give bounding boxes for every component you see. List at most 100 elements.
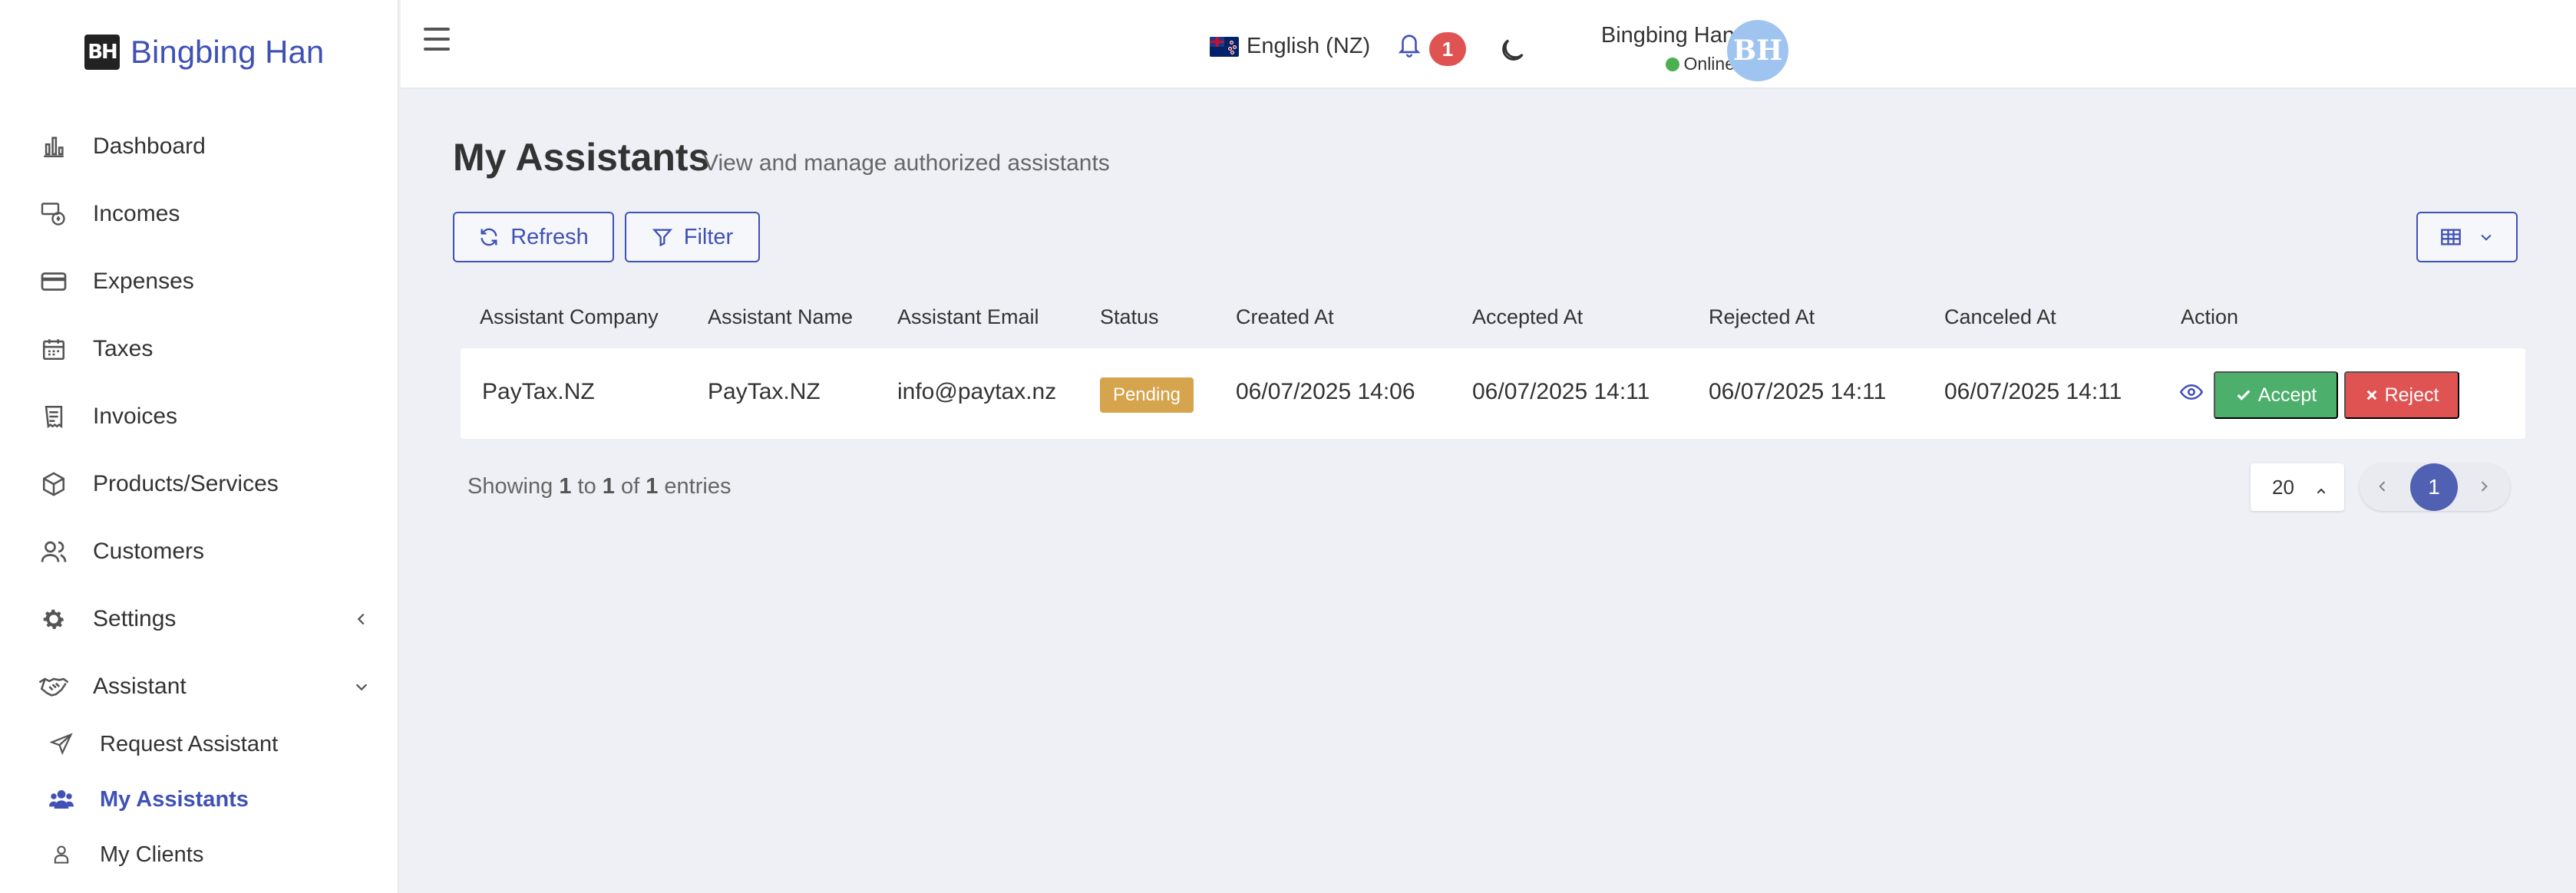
current-page-button[interactable]: 1	[2410, 463, 2458, 511]
refresh-icon	[481, 228, 497, 246]
per-page-value: 20	[2272, 475, 2294, 499]
reject-label: Reject	[2384, 384, 2439, 406]
sidebar-item-customers[interactable]: Customers	[0, 525, 399, 578]
handshake-icon	[38, 671, 69, 702]
column-header-status[interactable]: Status	[1100, 305, 1159, 329]
brand[interactable]: BH Bingbing Han	[84, 34, 324, 71]
sidebar-item-label: Incomes	[93, 201, 180, 226]
view-eye-icon[interactable]	[2179, 381, 2206, 407]
cell-name: PayTax.NZ	[708, 379, 821, 404]
table-header: Assistant Company Assistant Name Assista…	[453, 287, 2525, 348]
credit-card-icon	[38, 266, 69, 297]
cell-company: PayTax.NZ	[482, 379, 595, 404]
cell-rejected-at: 06/07/2025 14:11	[1709, 379, 1887, 404]
next-page-icon[interactable]	[2476, 479, 2493, 496]
accept-label: Accept	[2257, 384, 2317, 406]
chevron-up-icon	[2315, 479, 2327, 494]
brand-logo: BH	[84, 35, 120, 70]
sidebar-item-label: Taxes	[93, 336, 154, 361]
showing-from: 1	[559, 474, 572, 499]
sidebar-item-label: Settings	[93, 606, 177, 631]
sidebar-item-expenses[interactable]: Expenses	[0, 255, 399, 308]
bar-chart-icon	[38, 131, 69, 162]
sidebar-item-label: Products/Services	[93, 471, 279, 496]
gear-icon	[38, 604, 69, 634]
showing-prefix: Showing	[467, 474, 553, 499]
sidebar-subitem-label: My Assistants	[100, 786, 249, 812]
previous-page-icon[interactable]	[2375, 479, 2392, 496]
notification-bell-icon[interactable]	[1394, 28, 1425, 61]
calendar-icon	[38, 334, 69, 364]
sidebar-subitem-request-assistant[interactable]: Request Assistant	[0, 721, 399, 767]
cell-canceled-at: 06/07/2025 14:11	[1944, 379, 2122, 404]
column-header-created-at[interactable]: Created At	[1236, 305, 1334, 329]
sidebar-item-label: Assistant	[93, 674, 187, 699]
sidebar-subitem-my-assistants[interactable]: My Assistants	[0, 776, 399, 822]
showing-to-word: to	[577, 474, 596, 499]
column-header-email[interactable]: Assistant Email	[897, 305, 1039, 329]
sidebar-subitem-my-clients[interactable]: My Clients	[0, 832, 399, 878]
cell-accepted-at: 06/07/2025 14:11	[1472, 379, 1650, 404]
status-badge: Pending	[1100, 377, 1194, 413]
page-subtitle: View and manage authorized assistants	[703, 150, 1110, 176]
column-header-name[interactable]: Assistant Name	[708, 305, 853, 329]
avatar[interactable]: BH	[1727, 20, 1788, 81]
column-header-company[interactable]: Assistant Company	[480, 305, 659, 329]
showing-to: 1	[602, 474, 615, 499]
sidebar-item-assistant[interactable]: Assistant	[0, 660, 399, 713]
column-header-accepted-at[interactable]: Accepted At	[1472, 305, 1583, 329]
language-label: English (NZ)	[1247, 34, 1371, 58]
menu-toggle-icon[interactable]	[424, 28, 450, 51]
sidebar-subitem-label: Request Assistant	[100, 731, 279, 756]
showing-of-word: of	[620, 474, 640, 499]
users-icon	[38, 536, 69, 567]
dark-mode-toggle-icon[interactable]	[1497, 35, 1529, 68]
sidebar-item-invoices[interactable]: Invoices	[0, 390, 399, 443]
table-grid-icon	[2441, 229, 2461, 245]
user-name[interactable]: Bingbing Han	[1575, 23, 1735, 48]
sidebar-item-label: Customers	[93, 539, 205, 564]
entries-info: Showing 1 to 1 of 1 entries	[467, 474, 731, 499]
paper-plane-icon	[48, 730, 75, 758]
filter-button[interactable]: Filter	[625, 212, 760, 262]
showing-total: 1	[646, 474, 659, 499]
sidebar-item-label: Dashboard	[93, 133, 206, 159]
check-icon	[2237, 390, 2251, 400]
column-header-canceled-at[interactable]: Canceled At	[1944, 305, 2056, 329]
close-icon	[2366, 390, 2376, 400]
user-status: Online	[1638, 54, 1735, 74]
box-icon	[38, 469, 69, 499]
refresh-label: Refresh	[510, 224, 589, 249]
per-page-select[interactable]: 20	[2251, 463, 2344, 511]
language-selector[interactable]: English (NZ)	[1210, 34, 1370, 59]
page-title: My Assistants	[453, 136, 710, 179]
income-icon	[38, 199, 69, 229]
sidebar-item-settings[interactable]: Settings	[0, 592, 399, 646]
invoice-icon	[38, 401, 69, 432]
filter-icon	[652, 229, 672, 247]
filter-label: Filter	[683, 224, 734, 249]
sidebar-item-incomes[interactable]: Incomes	[0, 187, 399, 241]
nz-flag-icon	[1210, 36, 1239, 57]
user-icon	[48, 841, 75, 868]
sidebar-item-taxes[interactable]: Taxes	[0, 322, 399, 376]
column-toggle-button[interactable]	[2416, 212, 2518, 262]
cell-email: info@paytax.nz	[897, 379, 1057, 404]
chevron-left-icon	[352, 609, 372, 629]
topbar: English (NZ) 1 Bingbing Han Online BH	[401, 0, 2576, 89]
sidebar-item-label: Invoices	[93, 404, 178, 429]
reject-button[interactable]: Reject	[2344, 371, 2459, 419]
online-status-dot	[1665, 57, 1679, 71]
showing-entries-word: entries	[664, 474, 732, 499]
sidebar-item-dashboard[interactable]: Dashboard	[0, 120, 399, 173]
column-header-action: Action	[2181, 305, 2239, 328]
refresh-button[interactable]: Refresh	[453, 212, 614, 262]
column-header-rejected-at[interactable]: Rejected At	[1709, 305, 1815, 329]
sidebar-item-label: Expenses	[93, 269, 194, 294]
user-group-icon	[48, 786, 75, 813]
sidebar-item-products-services[interactable]: Products/Services	[0, 457, 399, 511]
notification-badge[interactable]: 1	[1429, 32, 1466, 66]
accept-button[interactable]: Accept	[2214, 371, 2338, 419]
sidebar-subitem-label: My Clients	[100, 842, 204, 867]
sidebar: BH Bingbing Han Dashboard Incomes Expens…	[0, 0, 399, 893]
